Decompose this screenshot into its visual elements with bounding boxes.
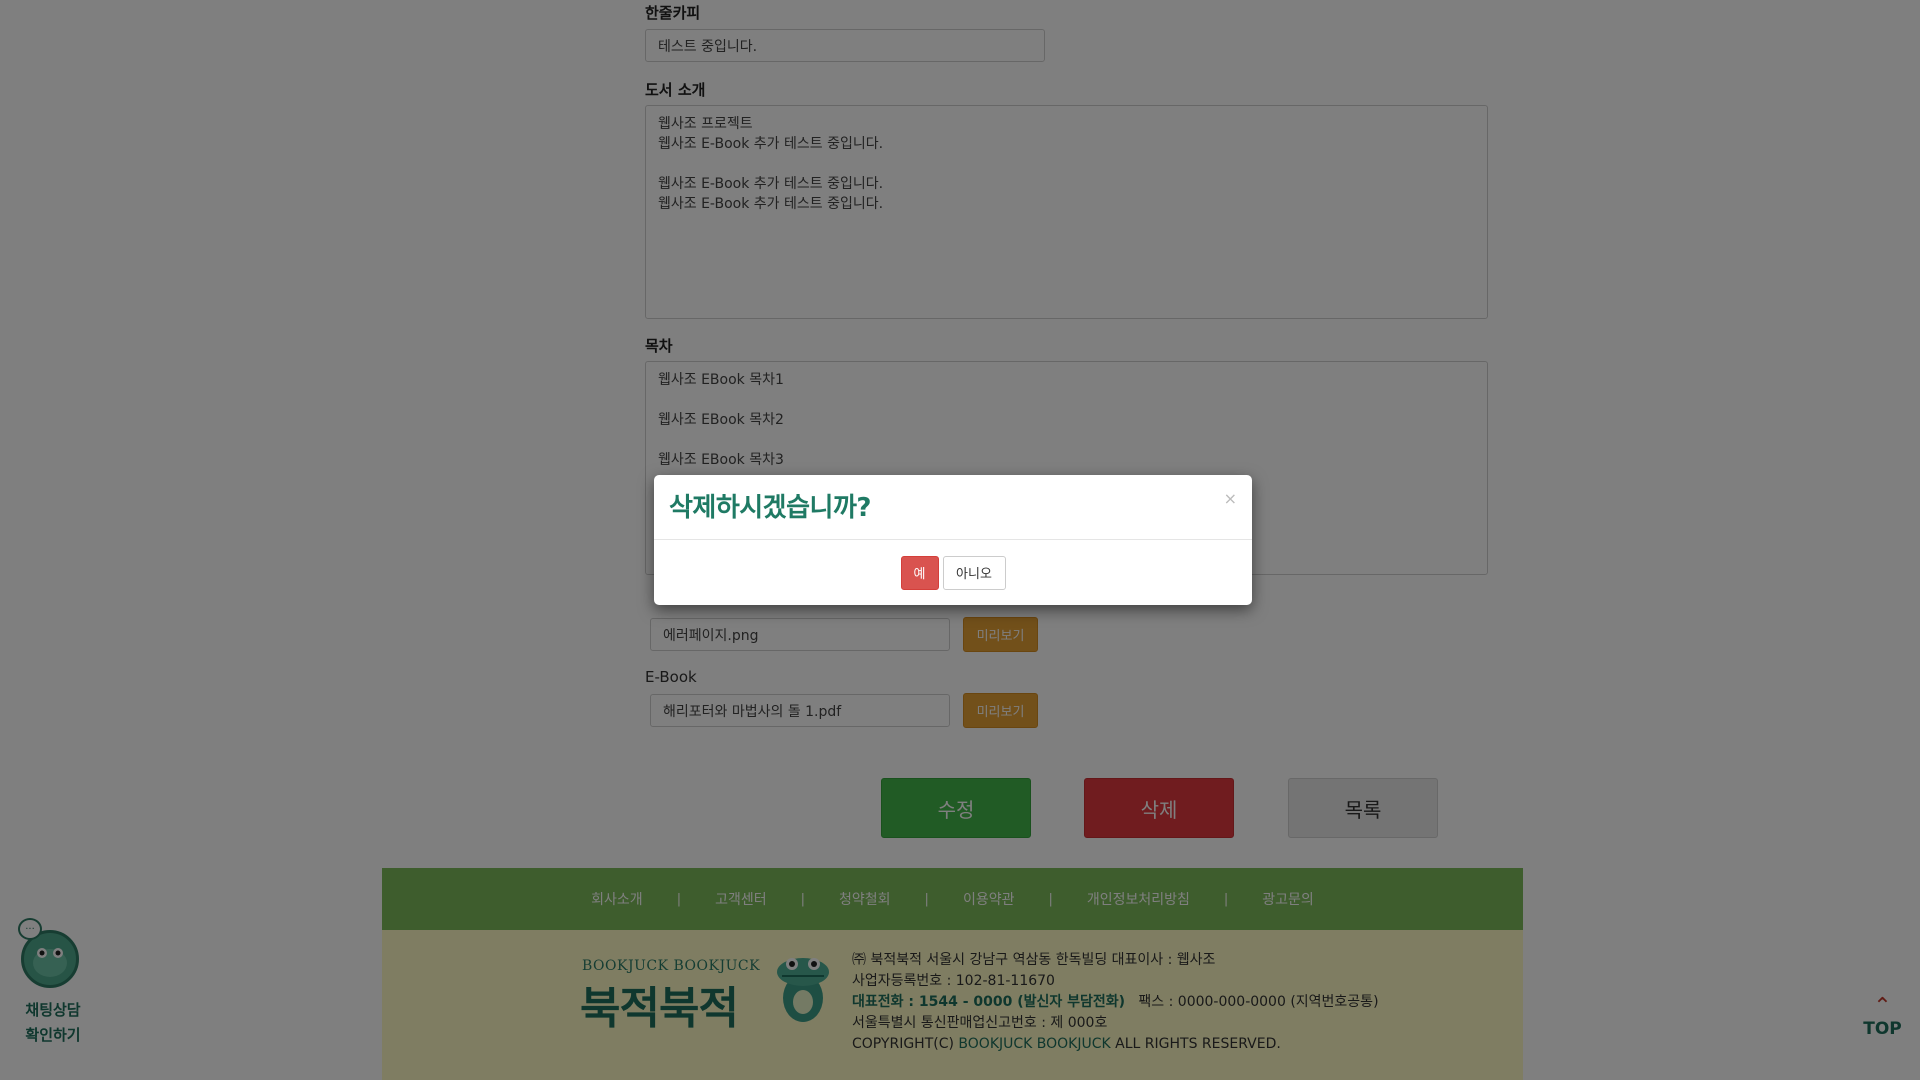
close-icon[interactable]: × <box>1224 489 1237 508</box>
modal-footer: 예 아니오 <box>654 540 1252 605</box>
confirm-no-button[interactable]: 아니오 <box>942 555 1006 590</box>
delete-confirm-modal: 삭제하시겠습니까? × 예 아니오 <box>654 475 1252 605</box>
confirm-yes-button[interactable]: 예 <box>900 555 939 590</box>
modal-title: 삭제하시겠습니까? <box>669 493 871 523</box>
modal-header: 삭제하시겠습니까? × <box>654 475 1252 540</box>
